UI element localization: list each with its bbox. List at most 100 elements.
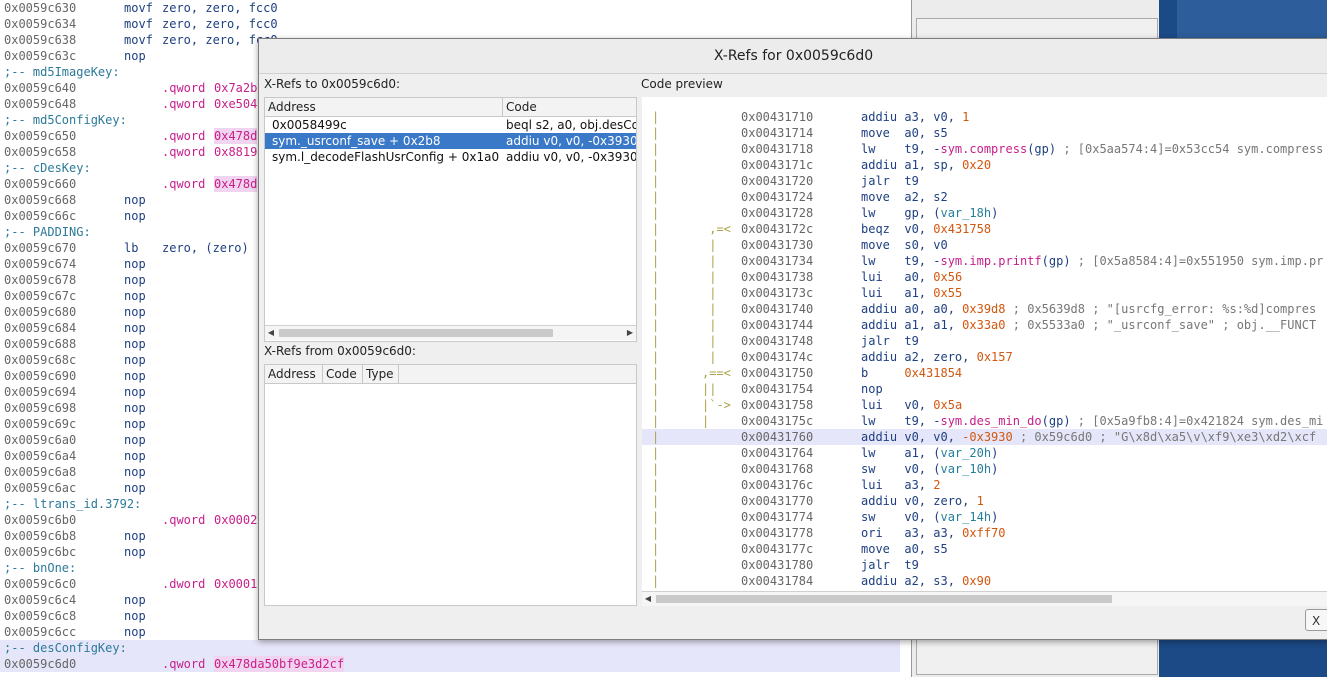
code-line[interactable]: | ,=< 0x0043172c beqz v0, 0x431758 <box>642 221 1327 237</box>
address: 0x0059c680 <box>4 305 77 319</box>
code-line[interactable]: | 0x00431774 sw v0, (var_14h) <box>642 509 1327 525</box>
code-line[interactable]: | 0x00431714 move a0, s5 <box>642 125 1327 141</box>
scroll-left-icon[interactable]: ◀ <box>265 326 277 340</box>
code-line[interactable]: | 0x00431768 sw v0, (var_10h) <box>642 461 1327 477</box>
address: 0x0059c66c <box>4 209 77 223</box>
operand: ) <box>991 510 999 524</box>
mnemonic: b <box>861 366 905 380</box>
data-directive: .dword <box>162 577 206 591</box>
flag-label: ;-- md5ConfigKey: <box>4 113 127 127</box>
flow-arrow: | <box>702 302 717 316</box>
xref-row[interactable]: sym._usrconf_save + 0x2b8 addiu v0, v0, -… <box>265 133 636 149</box>
code-line[interactable]: | ,==< 0x00431750 b 0x431854 <box>642 365 1327 381</box>
symbol: sym.des_min_do <box>940 414 1042 428</box>
code-line[interactable]: | | 0x00431744 addiu a1, a1, 0x33a0 ; 0x55… <box>642 317 1327 333</box>
address: 0x0059c634 <box>4 17 77 31</box>
data-directive: .qword <box>162 513 206 527</box>
scroll-thumb[interactable] <box>656 595 1112 603</box>
data-value: 0xe504 <box>214 97 258 111</box>
column-header-type[interactable]: Type <box>363 365 399 383</box>
operand: t9, - <box>904 254 941 268</box>
comment: ; [0x5a8584:4]=0x551950 sym.imp.pr <box>1070 254 1324 268</box>
close-button[interactable]: X <box>1305 609 1327 631</box>
disasm-line[interactable]: 0x0059c630 movf zero, zero, fcc0 <box>0 0 911 16</box>
xrefs-to-table[interactable]: Address Code 0x0058499c beql s2, a0, obj.… <box>264 97 637 342</box>
code-line[interactable]: | | 0x00431740 addiu a0, a0, 0x39d8 ; 0x56… <box>642 301 1327 317</box>
instruction: jalr t9 <box>861 173 919 189</box>
code-line[interactable]: | || 0x00431754 nop <box>642 381 1327 397</box>
scroll-thumb[interactable] <box>279 329 553 337</box>
code-line[interactable]: | 0x00431720 jalr t9 <box>642 173 1327 189</box>
disasm-line[interactable]: 0x0059c634 movf zero, zero, fcc0 <box>0 16 911 32</box>
instruction: lui a3, 2 <box>861 477 941 493</box>
code-line[interactable]: | | 0x00431734 lw t9, -sym.imp.printf(gp) … <box>642 253 1327 269</box>
operand: t9 <box>904 174 919 188</box>
code-line[interactable]: | 0x00431770 addiu v0, zero, 1 <box>642 493 1327 509</box>
code-line[interactable]: | 0x00431764 lw a1, (var_20h) <box>642 445 1327 461</box>
code-line[interactable]: | | 0x0043174c addiu a2, zero, 0x157 <box>642 349 1327 365</box>
code-line[interactable]: | 0x00431778 ori a3, a3, 0xff70 <box>642 525 1327 541</box>
xrefs-from-table[interactable]: Address Code Type <box>264 364 637 606</box>
operand: v0, ( <box>904 462 941 476</box>
data-directive: .qword <box>162 177 206 191</box>
code-line[interactable]: | 0x00431760 addiu v0, v0, -0x3930 ; 0x59c… <box>642 429 1327 445</box>
instruction: lw a1, (var_20h) <box>861 445 998 461</box>
disasm-line[interactable]: 0x0059c6d0 .qword 0x478da50bf9e3d2cf <box>0 656 900 672</box>
mnemonic: nop <box>124 481 146 495</box>
flag-label: ;-- desConfigKey: <box>4 641 127 655</box>
immediate: 0x5a <box>933 398 963 412</box>
code-line[interactable]: | |`-> 0x00431758 lui v0, 0x5a <box>642 397 1327 413</box>
code-line[interactable]: | 0x0043176c lui a3, 2 <box>642 477 1327 493</box>
code-line[interactable]: | 0x00431718 lw t9, -sym.compress(gp) ; [0… <box>642 141 1327 157</box>
flow-pipe: | <box>652 430 660 444</box>
data-value: 0x0002 <box>214 513 258 527</box>
code-preview-hscrollbar[interactable]: ◀ <box>642 591 1327 606</box>
column-header-code[interactable]: Code <box>323 365 363 383</box>
xrefs-dialog[interactable]: X-Refs for 0x0059c6d0 X-Refs to 0x0059c6… <box>258 38 1327 640</box>
operand: a1, ( <box>904 446 941 460</box>
code-line[interactable]: | 0x00431780 jalr t9 <box>642 557 1327 573</box>
column-header-address[interactable]: Address <box>265 98 503 116</box>
immediate: 0x20 <box>962 158 992 172</box>
address: 0x0059c6a0 <box>4 433 77 447</box>
column-header-code[interactable]: Code <box>503 98 636 116</box>
mnemonic: nop <box>124 609 146 623</box>
mnemonic: nop <box>861 382 905 396</box>
instruction: b 0x431854 <box>861 365 962 381</box>
code-line[interactable]: | 0x00431784 addiu a2, s3, 0x90 <box>642 573 1327 589</box>
code-address: 0x00431768 <box>741 462 814 476</box>
instruction: addiu v0, zero, 1 <box>861 493 984 509</box>
code-address: 0x00431774 <box>741 510 814 524</box>
xref-code: addiu v0, v0, -0x3930 <box>506 134 636 148</box>
code-line[interactable]: | 0x0043177c move a0, s5 <box>642 541 1327 557</box>
column-header-address[interactable]: Address <box>265 365 323 383</box>
mnemonic: movf <box>124 1 153 15</box>
code-line[interactable]: | | 0x0043173c lui a1, 0x55 <box>642 285 1327 301</box>
flow-pipe: | <box>652 254 660 268</box>
xref-row[interactable]: 0x0058499c beql s2, a0, obj.desCo <box>265 117 636 133</box>
mnemonic: nop <box>124 337 146 351</box>
code-preview[interactable]: | 0x00431710 addiu a3, v0, 1 | 0x00431714 mov… <box>642 97 1327 591</box>
operand: a3, <box>904 478 934 492</box>
code-line[interactable]: | 0x00431724 move a2, s2 <box>642 189 1327 205</box>
code-line[interactable]: | | 0x00431748 jalr t9 <box>642 333 1327 349</box>
mnemonic: beqz <box>861 222 905 236</box>
code-line[interactable]: | 0x00431710 addiu a3, v0, 1 <box>642 109 1327 125</box>
code-line[interactable]: | | 0x00431738 lui a0, 0x56 <box>642 269 1327 285</box>
mnemonic: lw <box>861 414 905 428</box>
flag-label: ;-- md5ImageKey: <box>4 65 120 79</box>
xrefs-to-hscrollbar[interactable]: ◀ ▶ <box>265 325 636 340</box>
flag-label-line[interactable]: ;-- desConfigKey: <box>0 640 900 656</box>
scroll-left-icon[interactable]: ◀ <box>642 592 654 606</box>
xref-row[interactable]: sym.l_decodeFlashUsrConfig + 0x1a0 addiu … <box>265 149 636 165</box>
operand: a1, a1, <box>904 318 963 332</box>
code-address: 0x00431784 <box>741 574 814 588</box>
mnemonic: lb <box>124 241 139 255</box>
code-line[interactable]: | 0x0043171c addiu a1, sp, 0x20 <box>642 157 1327 173</box>
operand: a3, a3, <box>904 526 963 540</box>
code-line[interactable]: | 0x00431728 lw gp, (var_18h) <box>642 205 1327 221</box>
code-line[interactable]: | | 0x0043175c lw t9, -sym.des_min_do(gp) ;… <box>642 413 1327 429</box>
code-address: 0x00431720 <box>741 174 814 188</box>
scroll-right-icon[interactable]: ▶ <box>624 326 636 340</box>
code-line[interactable]: | | 0x00431730 move s0, v0 <box>642 237 1327 253</box>
